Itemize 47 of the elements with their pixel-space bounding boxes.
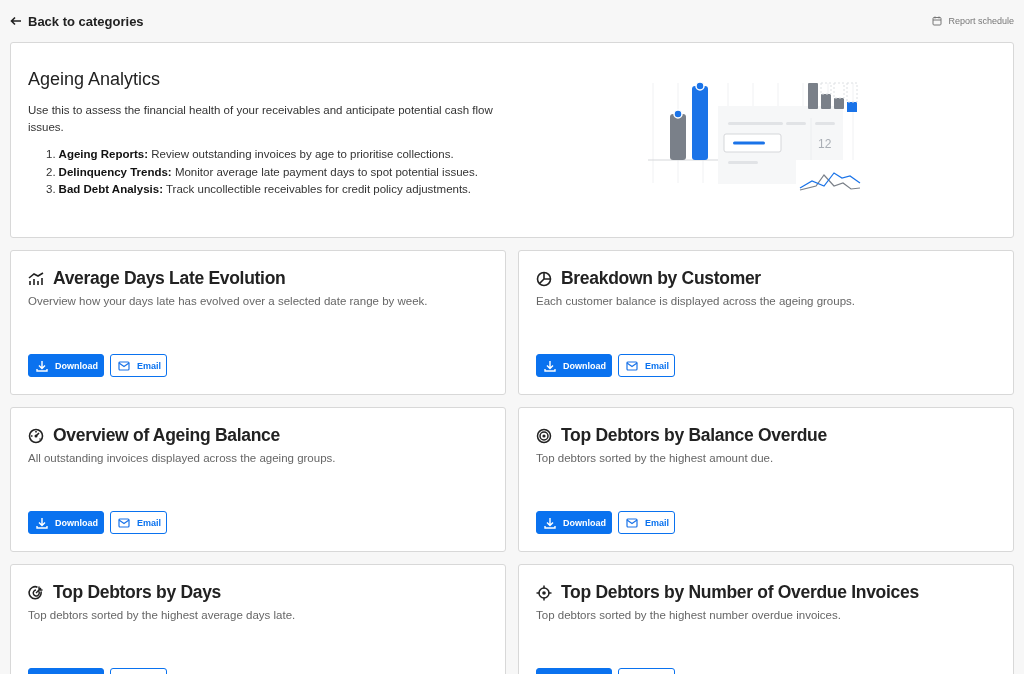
- download-button[interactable]: Download: [536, 354, 612, 377]
- download-icon: [36, 359, 48, 372]
- report-description: Top debtors sorted by the highest number overdue invoices.: [536, 609, 842, 621]
- download-button[interactable]: Download: [28, 511, 104, 534]
- intro-text: Use this to assess the financial health of your receivables and anticipate potential cash flow issues.: [28, 103, 494, 135]
- report-schedule-link[interactable]: Report schedule: [932, 16, 1014, 26]
- trend-chart-icon: [28, 271, 44, 286]
- list-item-text: Ageing Reports: Review outstanding invoices by age to prioritise collections.: [58, 147, 454, 162]
- envelope-icon: [626, 517, 638, 528]
- analytics-illustration-drawing: 12: [648, 78, 878, 203]
- download-icon: [36, 516, 48, 529]
- report-title: Breakdown by Customer: [561, 268, 761, 289]
- email-button[interactable]: Email: [618, 511, 675, 534]
- list-number: 2.: [46, 164, 56, 180]
- calendar-icon: [932, 16, 943, 26]
- back-arrow-icon: [10, 16, 22, 26]
- download-icon: [544, 359, 556, 372]
- crosshair-icon: [536, 584, 552, 601]
- report-title: Average Days Late Evolution: [53, 268, 286, 289]
- envelope-icon: [626, 360, 638, 371]
- back-link[interactable]: Back to categories: [10, 13, 144, 29]
- report-title: Top Debtors by Balance Overdue: [561, 425, 827, 446]
- envelope-icon: [118, 360, 130, 371]
- pie-chart-icon: [536, 270, 552, 287]
- email-button[interactable]: Email: [618, 354, 675, 377]
- email-button[interactable]: Email: [110, 354, 167, 377]
- report-description: Top debtors sorted by the highest average days late.: [28, 609, 297, 621]
- download-button[interactable]: Download: [536, 511, 612, 534]
- page-title: Ageing Analytics: [28, 69, 162, 90]
- report-description: All outstanding invoices displayed across the ageing groups.: [28, 452, 337, 464]
- list-number: 3.: [46, 182, 56, 197]
- report-description: Each customer balance is displayed across the ageing groups.: [536, 295, 856, 307]
- target-arrow-icon: [28, 584, 44, 601]
- list-item-text: Delinquency Trends: Monitor average late payment days to spot potential issues.: [58, 164, 478, 180]
- report-title: Overview of Ageing Balance: [53, 425, 280, 446]
- report-description: Overview how your days late has evolved over a selected date range by week.: [28, 295, 429, 307]
- report-description: Top debtors sorted by the highest amount due.: [536, 452, 775, 464]
- download-button[interactable]: Download: [28, 354, 104, 377]
- email-button[interactable]: Email: [110, 511, 167, 534]
- report-title: Top Debtors by Days: [53, 582, 222, 603]
- download-icon: [544, 516, 556, 529]
- envelope-icon: [118, 517, 130, 528]
- gauge-icon: [28, 427, 44, 444]
- list-number: 1.: [46, 147, 56, 162]
- target-icon: [536, 427, 552, 444]
- report-title: Top Debtors by Number of Overdue Invoices: [561, 582, 919, 603]
- list-item-text: Bad Debt Analysis: Track uncollectible receivables for credit policy adjustments.: [58, 182, 472, 197]
